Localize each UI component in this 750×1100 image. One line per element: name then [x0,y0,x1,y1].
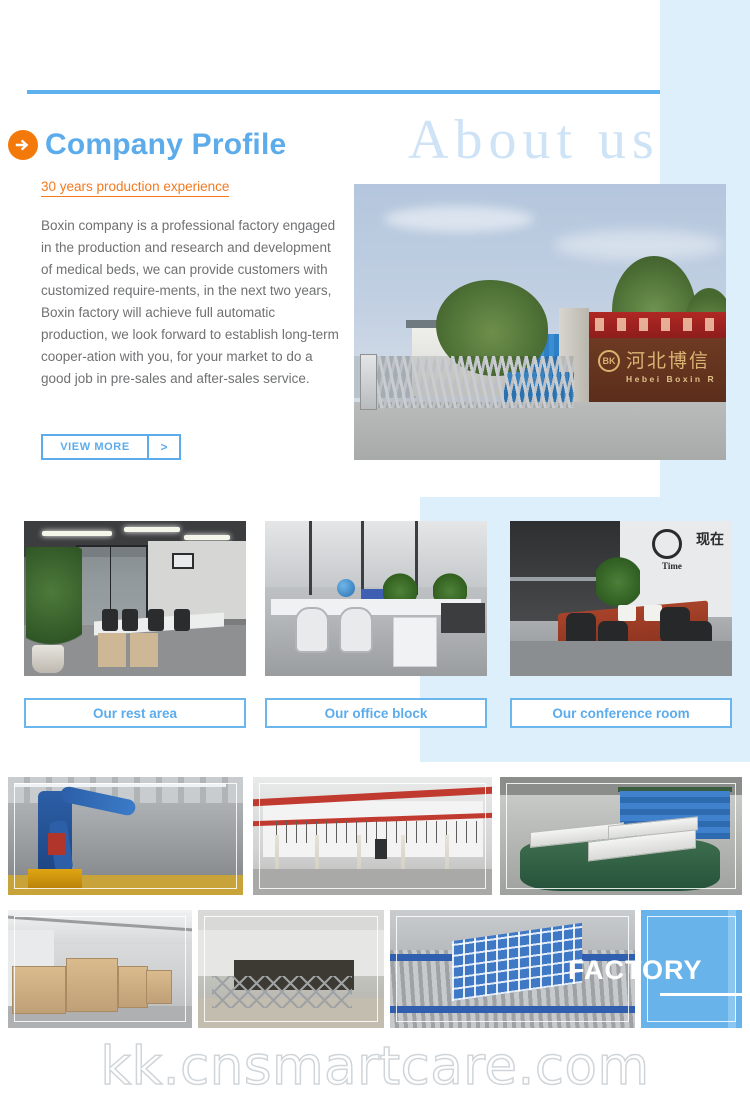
wall-clock-decal-icon [652,529,682,559]
photo-caption[interactable]: Our office block [265,698,487,728]
factory-label: FACTORY [568,955,703,985]
office-block-photo [265,521,487,676]
rest-area-photo [24,521,246,676]
factory-label-underline [660,993,746,996]
photo-caption[interactable]: Our rest area [24,698,246,728]
wall-decal-text: Time [662,561,682,571]
packed-cartons-photo [8,910,192,1028]
photo-card[interactable]: Time 现在 Our conference room [510,521,732,728]
coating-tank-photo [500,777,742,895]
conference-room-photo: Time 现在 [510,521,732,676]
photo-card[interactable]: Our office block [265,521,487,728]
office-photo-row: Our rest area Our office block Time 现在 O… [0,0,750,762]
paint-line-photo [253,777,492,895]
site-watermark: kk.cnsmartcare.com [100,1035,650,1098]
photo-caption[interactable]: Our conference room [510,698,732,728]
welding-robot-photo [8,777,243,895]
wall-decal-cn-text: 现在 [696,532,724,548]
about-us-section: Company Profile About us 30 years produc… [0,0,750,762]
steel-frames-photo [198,910,384,1028]
photo-card[interactable]: Our rest area [24,521,246,728]
